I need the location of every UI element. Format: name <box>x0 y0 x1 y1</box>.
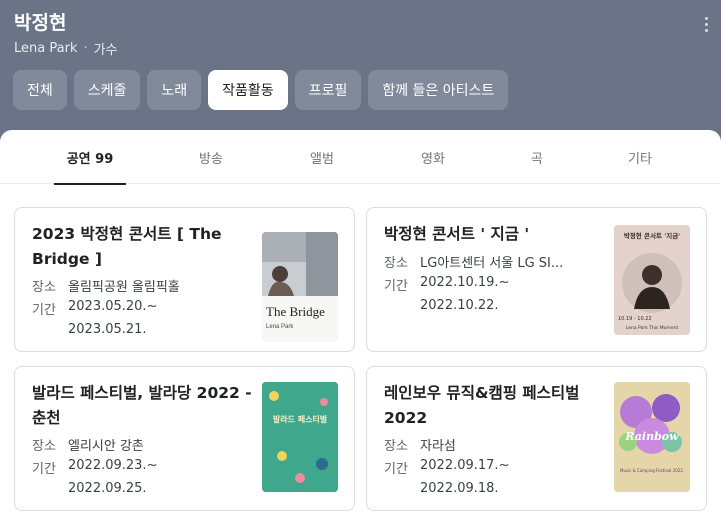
subtab-broadcast[interactable]: 방송 <box>155 130 267 184</box>
period-end: 2022.09.18. <box>420 481 499 496</box>
artist-name: 박정현 <box>14 12 67 34</box>
period-end: 2022.09.25. <box>68 481 147 496</box>
poster-image: Rainbow Music & Camping Festival 2022 <box>614 382 690 492</box>
performance-title: 레인보우 뮤직&캠핑 페스티벌 2022 <box>384 384 580 427</box>
subtab-performances[interactable]: 공연 99 <box>34 130 146 185</box>
subtab-movies[interactable]: 영화 <box>377 130 489 184</box>
more-options-icon[interactable] <box>696 12 716 36</box>
chip-related-artists[interactable]: 함께 들은 아티스트 <box>368 70 509 110</box>
chip-works[interactable]: 작품활동 <box>208 70 288 110</box>
chip-schedule[interactable]: 스케줄 <box>73 70 141 110</box>
artist-header: 박정현 Lena Park · 가수 전체 스케줄 노래 작품활동 프로필 함께… <box>0 0 721 140</box>
works-subtabs: 공연 99 방송 앨범 영화 곡 기타 <box>0 130 721 185</box>
period-label: 기간 <box>32 303 56 318</box>
venue-label: 장소 <box>32 439 56 454</box>
subtab-albums[interactable]: 앨범 <box>266 130 378 184</box>
performance-title: 2023 박정현 콘서트 [ The Bridge ] <box>32 225 222 268</box>
artist-english-name: Lena Park <box>14 41 78 56</box>
venue-value: LG아트센터 서울 LG SI... <box>420 256 564 271</box>
separator-dot: · <box>83 41 88 56</box>
poster-subtitle: Lena Park <box>266 324 294 330</box>
poster-image: The Bridge Lena Park <box>262 232 338 342</box>
category-chips: 전체 스케줄 노래 작품활동 프로필 함께 들은 아티스트 <box>13 70 509 110</box>
venue-row: 장소 올림픽공원 올림픽홀 <box>32 276 238 295</box>
chip-profile[interactable]: 프로필 <box>294 70 362 110</box>
period-end: 2023.05.21. <box>68 322 147 337</box>
poster-title: Rainbow <box>624 430 679 443</box>
period-start: 2022.09.17.~ <box>420 458 510 473</box>
venue-label: 장소 <box>32 280 56 295</box>
performance-card[interactable]: 박정현 콘서트 ' 지금 ' 장소 LG아트센터 서울 LG SI... 기간 … <box>366 207 707 352</box>
works-panel: 공연 99 방송 앨범 영화 곡 기타 2023 박정현 콘서트 [ The B… <box>0 130 721 518</box>
period-label: 기간 <box>384 462 408 477</box>
period-row: 기간 2022.09.23.~ <box>32 458 238 477</box>
period-end: 2022.10.22. <box>420 298 499 313</box>
chip-all[interactable]: 전체 <box>13 70 67 110</box>
artist-role: 가수 <box>93 43 118 58</box>
period-row: 기간 2022.09.17.~ <box>384 458 590 477</box>
poster-title: 발라드 페스티벌 <box>273 414 327 424</box>
poster-dates: 10.19 - 10.22 <box>618 316 652 322</box>
venue-row: 장소 LG아트센터 서울 LG SI... <box>384 252 590 271</box>
venue-label: 장소 <box>384 439 408 454</box>
venue-label: 장소 <box>384 256 408 271</box>
poster-subtitle: Lena Park This Moment <box>626 325 679 331</box>
performance-card[interactable]: 레인보우 뮤직&캠핑 페스티벌 2022 장소 자라섬 기간 2022.09.1… <box>366 366 707 511</box>
poster-title: The Bridge <box>266 304 325 319</box>
poster-image: 발라드 페스티벌 <box>262 382 338 492</box>
chip-songs[interactable]: 노래 <box>147 70 202 110</box>
venue-row: 장소 자라섬 <box>384 435 590 454</box>
poster-subtitle: Music & Camping Festival 2022 <box>620 468 683 473</box>
performance-title: 박정현 콘서트 ' 지금 ' <box>384 225 530 243</box>
poster-image: 박정현 콘서트 '지금' 10.19 - 10.22 Lena Park Thi… <box>614 225 690 335</box>
performance-title: 발라드 페스티벌, 발라당 2022 - 춘천 <box>32 384 252 427</box>
period-start: 2023.05.20.~ <box>68 299 158 314</box>
artist-subtitle: Lena Park · 가수 <box>14 39 118 58</box>
performance-card[interactable]: 발라드 페스티벌, 발라당 2022 - 춘천 장소 엘리시안 강촌 기간 20… <box>14 366 355 511</box>
venue-value: 자라섬 <box>420 439 456 454</box>
period-row: 기간 2022.10.19.~ <box>384 275 590 294</box>
period-start: 2022.09.23.~ <box>68 458 158 473</box>
subtab-tracks[interactable]: 곡 <box>481 130 593 184</box>
subtab-etc[interactable]: 기타 <box>584 130 696 184</box>
venue-value: 엘리시안 강촌 <box>68 439 144 454</box>
venue-value: 올림픽공원 올림픽홀 <box>68 280 180 295</box>
period-label: 기간 <box>384 279 408 294</box>
period-row: 기간 2023.05.20.~ <box>32 299 238 318</box>
period-label: 기간 <box>32 462 56 477</box>
venue-row: 장소 엘리시안 강촌 <box>32 435 238 454</box>
performance-card[interactable]: 2023 박정현 콘서트 [ The Bridge ] 장소 올림픽공원 올림픽… <box>14 207 355 352</box>
period-start: 2022.10.19.~ <box>420 275 510 290</box>
poster-title: 박정현 콘서트 '지금' <box>624 231 680 240</box>
